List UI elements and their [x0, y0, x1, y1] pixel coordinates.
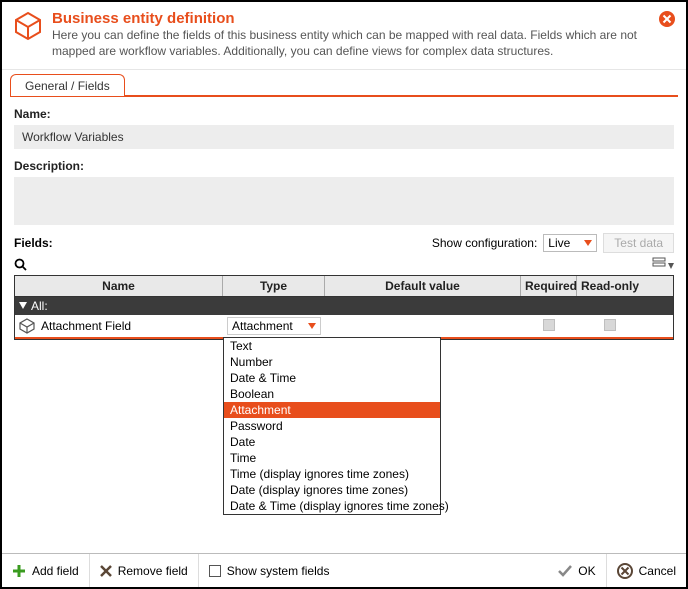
entity-icon [12, 10, 44, 42]
dialog-header: Business entity definition Here you can … [2, 2, 686, 70]
type-option[interactable]: Date (display ignores time zones) [224, 482, 440, 498]
dialog-content: Name: Description: Fields: Show configur… [2, 97, 686, 553]
tab-general-fields[interactable]: General / Fields [10, 74, 125, 96]
required-checkbox[interactable] [543, 319, 555, 331]
dialog-description: Here you can define the fields of this b… [52, 27, 658, 59]
columns-icon [652, 257, 674, 273]
x-icon [100, 565, 112, 577]
type-option[interactable]: Date & Time [224, 370, 440, 386]
cancel-label: Cancel [639, 564, 676, 578]
ok-label: OK [578, 564, 595, 578]
chevron-down-icon [308, 323, 316, 329]
col-required[interactable]: Required [521, 276, 577, 296]
plus-icon [12, 564, 26, 578]
configuration-selected: Live [548, 236, 570, 250]
dialog-footer: Add field Remove field Show system field… [2, 553, 686, 587]
add-field-label: Add field [32, 564, 79, 578]
col-default-value[interactable]: Default value [325, 276, 521, 296]
remove-field-label: Remove field [118, 564, 188, 578]
test-data-button[interactable]: Test data [603, 233, 674, 253]
cancel-icon [617, 563, 633, 579]
configuration-select[interactable]: Live [543, 234, 597, 252]
show-configuration-label: Show configuration: [432, 236, 537, 250]
cancel-button[interactable]: Cancel [607, 554, 686, 587]
row-name: Attachment Field [41, 319, 131, 333]
ok-button[interactable]: OK [548, 554, 606, 587]
col-name[interactable]: Name [15, 276, 223, 296]
readonly-checkbox[interactable] [604, 319, 616, 331]
close-button[interactable] [658, 10, 676, 28]
description-label: Description: [14, 159, 674, 173]
type-selected-value: Attachment [232, 319, 293, 333]
type-select[interactable]: Attachment [227, 317, 321, 335]
check-icon [558, 565, 572, 577]
column-options-button[interactable] [652, 257, 674, 273]
table-row[interactable]: Attachment Field Attachment TextNumberDa… [15, 315, 673, 339]
show-system-fields-checkbox[interactable] [209, 565, 221, 577]
row-default-value[interactable] [325, 324, 521, 328]
name-input[interactable] [14, 125, 674, 149]
description-input[interactable] [14, 177, 674, 225]
type-option[interactable]: Number [224, 354, 440, 370]
col-type[interactable]: Type [223, 276, 325, 296]
fields-table-header: Name Type Default value Required Read-on… [15, 276, 673, 297]
fields-table: Name Type Default value Required Read-on… [14, 275, 674, 340]
chevron-down-icon [584, 240, 592, 246]
type-option[interactable]: Date [224, 434, 440, 450]
show-system-fields-label: Show system fields [227, 564, 330, 578]
collapse-icon [19, 302, 27, 310]
name-label: Name: [14, 107, 674, 121]
type-option[interactable]: Time (display ignores time zones) [224, 466, 440, 482]
type-option[interactable]: Text [224, 338, 440, 354]
type-option[interactable]: Date & Time (display ignores time zones) [224, 498, 440, 514]
group-all-row[interactable]: All: [15, 297, 673, 315]
dialog-title: Business entity definition [52, 10, 658, 27]
add-field-button[interactable]: Add field [2, 554, 90, 587]
type-option[interactable]: Time [224, 450, 440, 466]
remove-field-button[interactable]: Remove field [90, 554, 199, 587]
group-all-label: All: [31, 299, 48, 313]
business-entity-dialog: Business entity definition Here you can … [0, 0, 688, 589]
search-button[interactable] [14, 258, 652, 272]
type-dropdown: TextNumberDate & TimeBooleanAttachmentPa… [223, 337, 441, 515]
search-icon [14, 258, 28, 272]
fields-label: Fields: [14, 236, 432, 250]
tab-strip: General / Fields [2, 70, 686, 97]
col-read-only[interactable]: Read-only [577, 276, 643, 296]
type-option[interactable]: Boolean [224, 386, 440, 402]
type-option[interactable]: Password [224, 418, 440, 434]
type-option[interactable]: Attachment [224, 402, 440, 418]
entity-icon [19, 318, 35, 334]
